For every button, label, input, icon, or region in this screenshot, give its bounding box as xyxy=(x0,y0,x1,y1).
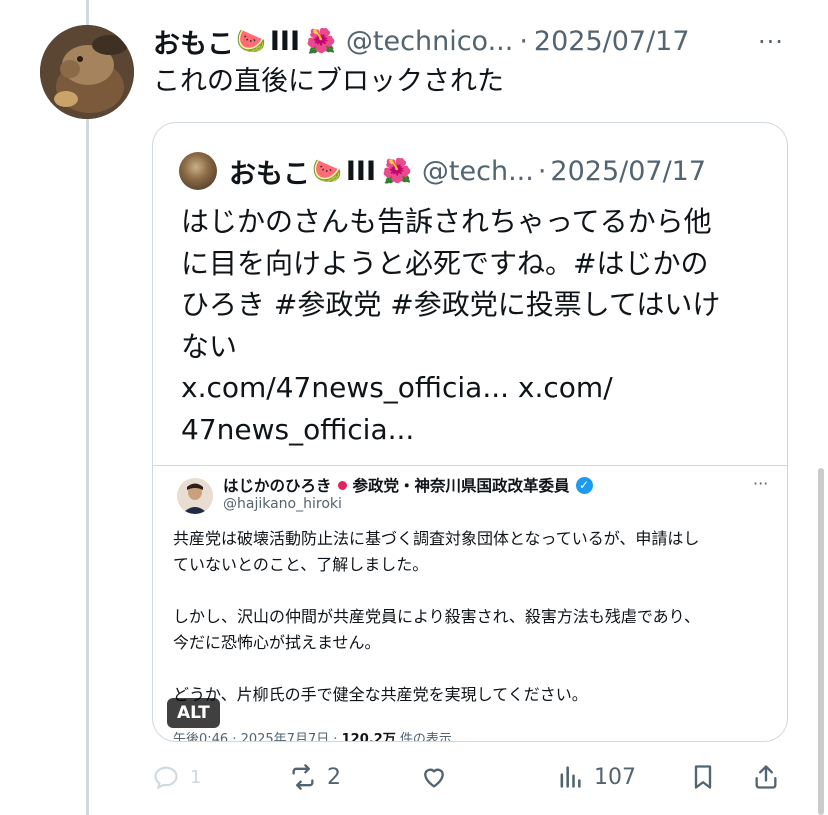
views-button[interactable]: 107 xyxy=(556,755,636,799)
share-button[interactable] xyxy=(752,755,780,799)
analytics-icon xyxy=(560,766,581,788)
media-more-icon: ··· xyxy=(753,474,769,493)
action-bar: 1 2 107 xyxy=(152,755,792,799)
repost-button[interactable]: 2 xyxy=(289,755,341,799)
post-text: これの直後にブロックされた xyxy=(153,66,504,97)
like-button[interactable] xyxy=(420,755,448,799)
media-handle: @hajikano_hiroki xyxy=(223,496,342,512)
views-count: 107 xyxy=(594,764,636,790)
quoted-post[interactable]: おもこ 🍉 III 🌺 @tech... · 2025/07/17 はじかのさん… xyxy=(152,122,788,742)
media-body: 共産党は破壊活動防止法に基づく調査対象団体となっているが、申請はし ていないとの… xyxy=(173,526,773,708)
media-text-line: 共産党は破壊活動防止法に基づく調査対象団体となっているが、申請はし xyxy=(173,529,700,548)
media-party: 参政党・神奈川県国政改革委員 xyxy=(352,477,570,495)
reply-count: 1 xyxy=(190,766,202,788)
quote-text: はじかのさんも告訴されちゃってるから他 に目を向けようと必死ですね。#はじかの … xyxy=(181,201,761,450)
media-text-line: どうか、片柳氏の手で健全な共産党を実現してください。 xyxy=(173,685,588,704)
quote-author-handle: @tech... xyxy=(421,155,534,187)
media-text-line: 今だに恐怖心が拭えません。 xyxy=(173,633,381,652)
quote-author-name-suffix: III xyxy=(345,155,377,187)
separator-dot: · xyxy=(537,155,547,187)
quote-date: 2025/07/17 xyxy=(550,155,707,187)
hibiscus-emoji: 🌺 xyxy=(382,157,412,185)
media-text-line: ていないとのこと、了解しました。 xyxy=(173,555,429,574)
quote-text-line: はじかのさんも告訴されちゃってるから他 xyxy=(181,205,712,238)
post-date[interactable]: 2025/07/17 xyxy=(534,26,690,57)
avatar[interactable] xyxy=(40,25,134,119)
media-timestamp: 午後0:46 · 2025年7月7日 · xyxy=(173,732,342,742)
media-view-suffix: 件の表示 xyxy=(395,732,452,742)
media-author-name: はじかのひろき 参政党・神奈川県国政改革委員 ✓ xyxy=(223,474,593,496)
media-avatar xyxy=(177,478,213,514)
embedded-screenshot-image[interactable]: はじかのひろき 参政党・神奈川県国政改革委員 ✓ @hajikano_hirok… xyxy=(153,465,787,742)
reply-button[interactable]: 1 xyxy=(152,755,201,799)
author-name-suffix[interactable]: III xyxy=(270,26,300,57)
separator-dot: · xyxy=(519,25,528,57)
hibiscus-emoji: 🌺 xyxy=(306,27,336,55)
bookmark-button[interactable] xyxy=(689,755,717,799)
media-footer: 午後0:46 · 2025年7月7日 · 120.2万 件の表示 xyxy=(173,728,452,742)
watermelon-emoji: 🍉 xyxy=(236,27,266,55)
author-handle[interactable]: @technico... xyxy=(346,26,513,57)
media-name: はじかのひろき xyxy=(223,477,332,495)
thread-line xyxy=(86,0,89,815)
quote-link-line[interactable]: 47news_officia... xyxy=(181,409,761,451)
media-text-line: しかし、沢山の仲間が共産党員により殺害され、殺害方法も残虐であり、 xyxy=(173,607,701,626)
quote-text-line[interactable]: に目を向けようと必死ですね。#はじかの xyxy=(181,243,761,285)
more-options-icon[interactable]: ··· xyxy=(758,28,784,56)
quote-avatar xyxy=(179,152,217,190)
repost-icon xyxy=(292,764,314,790)
alt-badge-button[interactable]: ALT xyxy=(167,698,220,728)
media-view-count: 120.2万 xyxy=(341,732,396,742)
quote-link-line[interactable]: x.com/47news_officia... x.com/ xyxy=(181,367,761,409)
quote-text-line[interactable]: ない xyxy=(181,326,761,368)
share-icon xyxy=(755,765,777,789)
scrollbar[interactable] xyxy=(818,468,824,815)
heart-icon xyxy=(424,768,444,788)
post-header: おもこ 🍉 III 🌺 @technico... · 2025/07/17 xyxy=(153,22,690,60)
bookmark-icon xyxy=(694,765,712,789)
reply-icon xyxy=(154,766,178,790)
quote-header: おもこ 🍉 III 🌺 @tech... · 2025/07/17 xyxy=(179,152,707,190)
watermelon-emoji: 🍉 xyxy=(312,157,342,185)
quote-author-name: おもこ xyxy=(229,158,310,190)
verified-badge-icon: ✓ xyxy=(575,476,593,494)
quote-text-line[interactable]: ひろき #参政党 #参政党に投票してはいけ xyxy=(181,284,761,326)
author-name[interactable]: おもこ xyxy=(153,22,234,61)
red-circle-icon xyxy=(337,480,347,490)
repost-count: 2 xyxy=(327,764,341,790)
